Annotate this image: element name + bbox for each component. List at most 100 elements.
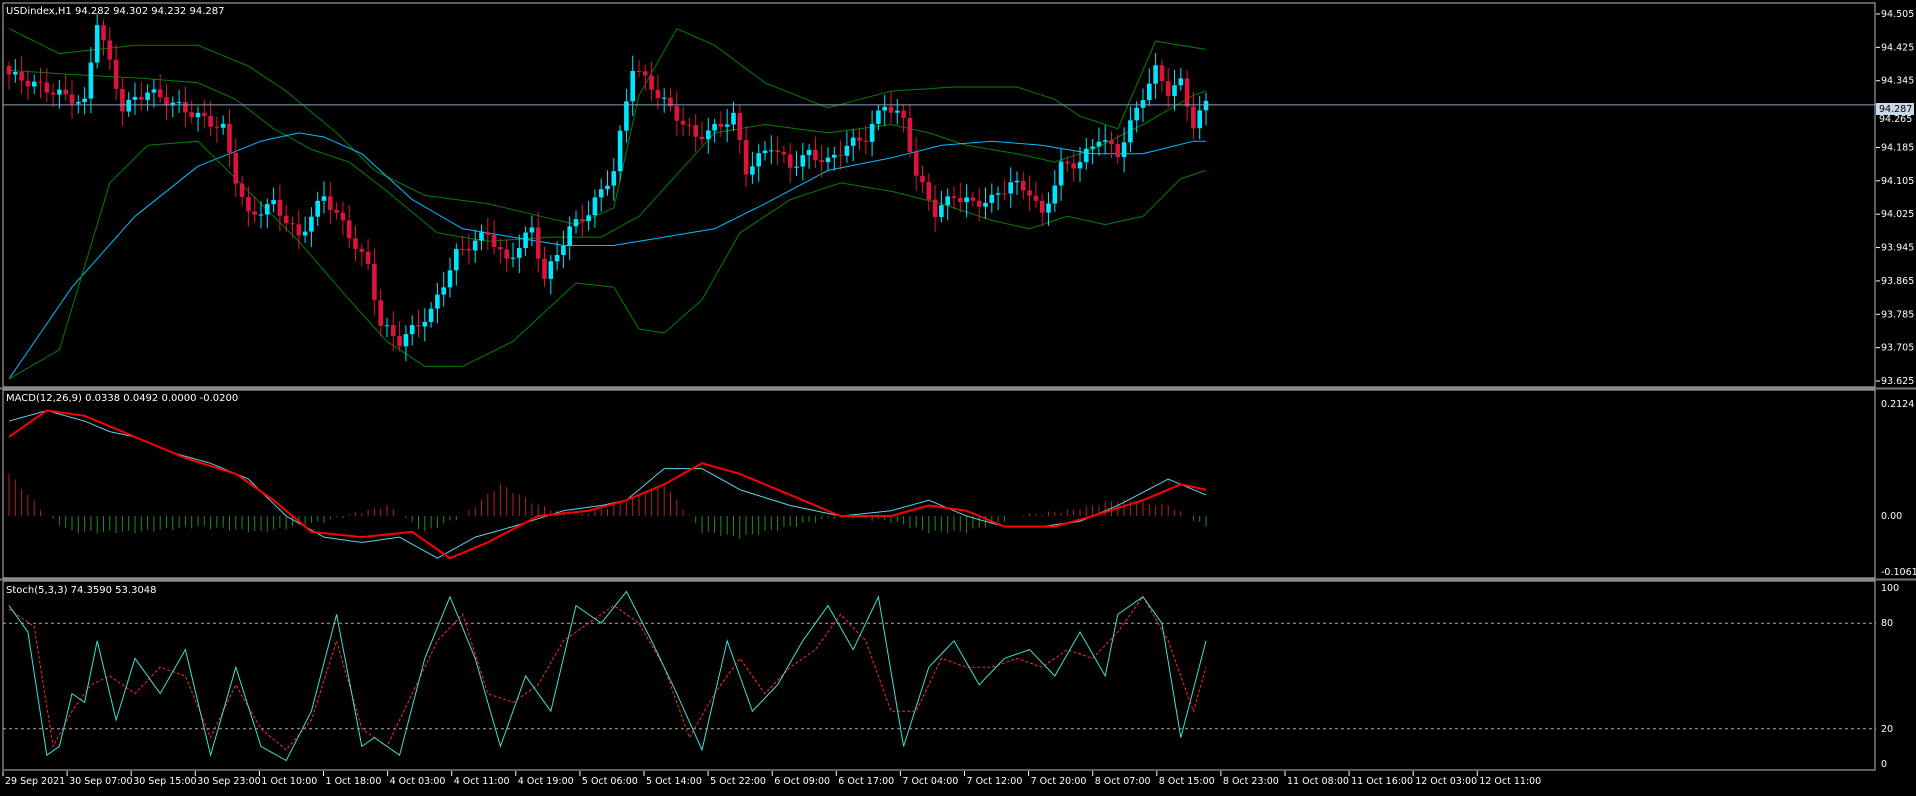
candle-bull (964, 197, 969, 203)
candle-bull (712, 123, 717, 131)
price-axis-label: 94.505 (1881, 9, 1914, 20)
candle-bear (460, 248, 465, 250)
candle-bull (611, 171, 617, 186)
candle-bull (1058, 161, 1064, 186)
candle-bear (636, 71, 642, 73)
candle-bull (750, 166, 755, 175)
candle-bull (1102, 140, 1108, 142)
candle-bull (454, 248, 459, 271)
candle-bull (706, 130, 711, 140)
chart-window[interactable]: 94.505 94.425 94.345 94.185 94.105 94.025 93.9… (0, 0, 1916, 792)
stoch-pane-label: Stoch(5,3,3) 74.3590 53.3048 (6, 585, 157, 596)
price-axis-label: 93.945 (1881, 243, 1914, 254)
candle-bull (409, 325, 415, 335)
candle-bull (1197, 110, 1202, 129)
candle-bull (724, 124, 730, 127)
time-axis-label: 11 Oct 08:00 (1287, 776, 1349, 787)
candle-bear (1165, 81, 1171, 97)
candle-bear (189, 112, 194, 118)
time-axis-label: 5 Oct 14:00 (646, 776, 702, 787)
candle-bull (548, 261, 554, 279)
candle-bull (844, 145, 850, 156)
candle-bear (498, 247, 503, 250)
candle-bear (365, 251, 371, 264)
candle-bear (787, 154, 793, 168)
candle-bear (19, 71, 24, 81)
candle-bull (1008, 182, 1013, 194)
candle-bear (1184, 78, 1190, 107)
candle-bull (403, 334, 409, 347)
candle-bear (416, 325, 421, 327)
candle-bear (535, 227, 541, 259)
candle-bear (542, 258, 547, 279)
candle-bull (939, 205, 944, 218)
price-axis-label: 93.865 (1881, 276, 1914, 287)
candle-bull (76, 101, 81, 104)
candle-bull (895, 110, 900, 113)
candle-bull (825, 157, 831, 163)
overlap-price-label: 94.265 (1879, 114, 1912, 125)
time-axis-label: 4 Oct 11:00 (454, 776, 510, 787)
price-axis-label: 94.105 (1881, 176, 1914, 187)
candle-bear (958, 197, 963, 203)
candle-bull (523, 232, 528, 248)
time-axis-label: 7 Oct 04:00 (902, 776, 958, 787)
candle-bear (907, 117, 913, 153)
chart-canvas[interactable]: 94.505 94.425 94.345 94.185 94.105 94.025 93.9… (0, 0, 1916, 792)
candle-bull (517, 247, 522, 258)
candle-bull (265, 204, 270, 215)
time-axis-label: 4 Oct 19:00 (518, 776, 574, 787)
macd-pane-label: MACD(12,26,9) 0.0338 0.0492 0.0000 -0.02… (6, 393, 238, 404)
candle-bear (491, 234, 497, 248)
candle-bear (737, 112, 743, 140)
candle-bull (479, 232, 484, 241)
candle-bear (1159, 65, 1165, 82)
candle-bear (863, 140, 869, 142)
candle-bear (50, 92, 56, 95)
candle-bull (731, 112, 736, 125)
candle-bear (901, 110, 906, 118)
candle-bear (113, 59, 119, 89)
candle-bear (687, 124, 692, 126)
candle-bull (769, 150, 774, 152)
candle-bear (1039, 200, 1045, 213)
candle-bull (661, 97, 667, 99)
candle-bull (573, 219, 579, 227)
time-axis-label: 30 Sep 23:00 (197, 776, 260, 787)
candle-bull (592, 197, 598, 216)
candle-bull (617, 130, 623, 172)
candle-bull (94, 25, 100, 63)
candle-bull (1096, 141, 1102, 147)
candle-bull (1077, 162, 1083, 169)
candle-bear (976, 200, 982, 207)
candle-bear (580, 219, 585, 222)
candle-bull (945, 196, 950, 206)
candle-bear (340, 212, 346, 221)
candle-bull (850, 137, 856, 146)
candle-bear (183, 102, 188, 113)
candle-bull (762, 150, 768, 154)
candle-bear (775, 150, 780, 153)
price-axis-label: 94.345 (1881, 76, 1914, 87)
candle-bear (819, 160, 824, 163)
candle-bear (239, 183, 245, 198)
candle-bear (718, 123, 724, 127)
candle-bear (1109, 140, 1114, 145)
candle-bear (252, 211, 257, 215)
candle-bull (1128, 120, 1133, 143)
time-axis-label: 1 Oct 10:00 (261, 776, 317, 787)
candle-bear (63, 89, 68, 95)
candle-bull (441, 287, 446, 295)
candle-bull (302, 231, 308, 236)
candle-bear (208, 116, 213, 127)
stoch-axis-label: 0 (1881, 759, 1887, 770)
candle-bull (800, 155, 806, 167)
candle-bull (132, 96, 138, 100)
candle-bull (321, 196, 327, 201)
candle-bear (25, 80, 31, 87)
candle-bear (857, 137, 862, 141)
candle-bear (932, 199, 938, 218)
candle-bear (101, 25, 106, 41)
candle-bull (989, 194, 995, 203)
candle-bear (164, 97, 169, 106)
